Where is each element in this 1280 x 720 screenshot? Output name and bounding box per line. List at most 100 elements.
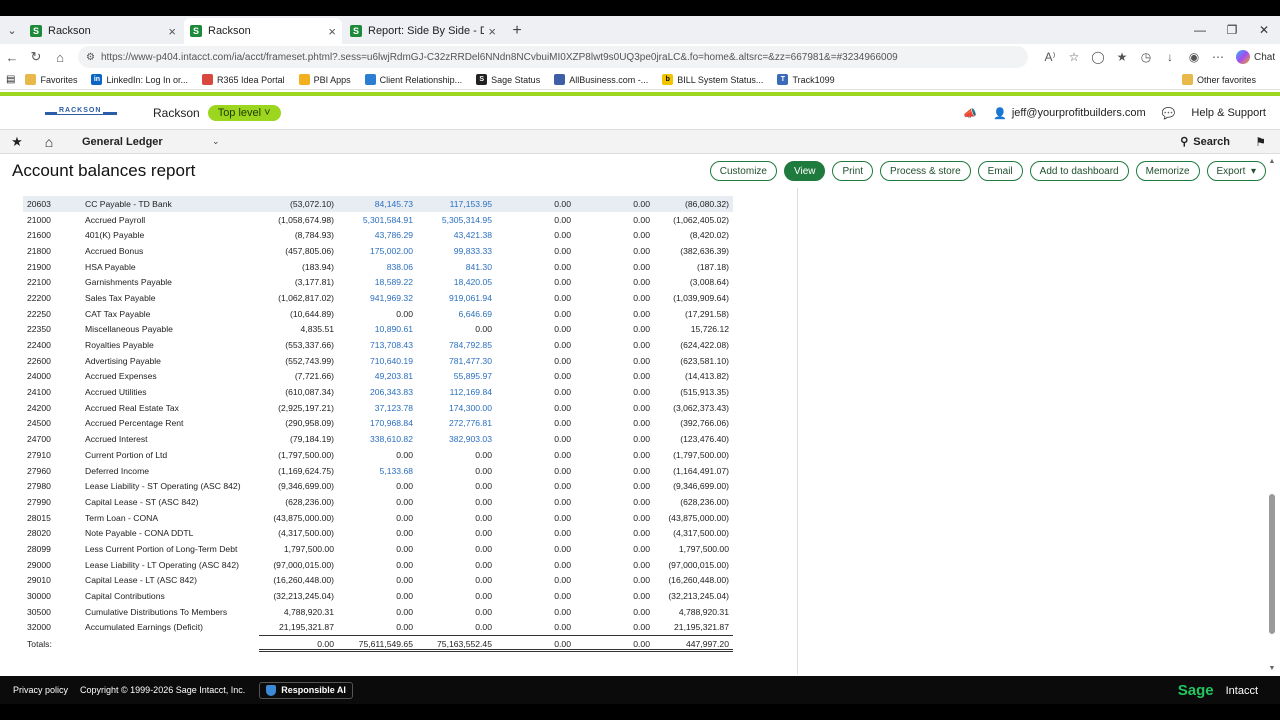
browser-tab-1[interactable]: S Rackson ×: [184, 18, 342, 44]
bookmark-r365[interactable]: R365 Idea Portal: [202, 74, 285, 85]
amount-drilldown-link[interactable]: 5,301,584.91: [338, 212, 417, 228]
history-icon[interactable]: ◷: [1134, 50, 1158, 64]
site-info-icon[interactable]: ⚙: [86, 52, 95, 63]
customize-button[interactable]: Customize: [709, 161, 777, 181]
entity-level-label: Top level: [217, 106, 262, 119]
amount-drilldown-link[interactable]: 5,305,314.95: [417, 212, 496, 228]
amount-drilldown-link[interactable]: 112,169.84: [417, 384, 496, 400]
scroll-down-icon[interactable]: ▼: [1268, 665, 1276, 672]
more-menu-icon[interactable]: ⋯: [1206, 50, 1230, 64]
amount-drilldown-link[interactable]: 174,300.00: [417, 400, 496, 416]
reading-list-icon[interactable]: ▤: [6, 74, 15, 85]
amount-drilldown-link[interactable]: 841.30: [417, 259, 496, 275]
amount-drilldown-link[interactable]: 710,640.19: [338, 353, 417, 369]
help-support-link[interactable]: Help & Support: [1191, 107, 1266, 119]
bookmark-track1099[interactable]: T Track1099: [777, 74, 835, 85]
amount-drilldown-link[interactable]: 5,133.68: [338, 463, 417, 479]
home-icon[interactable]: ⌂: [34, 134, 64, 150]
amount-drilldown-link[interactable]: 6,646.69: [417, 306, 496, 322]
amount-drilldown-link[interactable]: 838.06: [338, 259, 417, 275]
close-tab-icon[interactable]: ×: [488, 24, 496, 39]
company-logo[interactable]: RACKSON: [45, 106, 117, 118]
account-number: 28015: [27, 512, 51, 523]
bookmark-bill-status[interactable]: b BILL System Status...: [662, 74, 763, 85]
search-button[interactable]: ⚲ Search: [1180, 135, 1230, 149]
add-to-dashboard-button[interactable]: Add to dashboard: [1029, 161, 1129, 181]
amount-drilldown-link[interactable]: 175,002.00: [338, 243, 417, 259]
print-button[interactable]: Print: [832, 161, 874, 181]
amount-drilldown-link[interactable]: 49,203.81: [338, 369, 417, 385]
responsible-ai-button[interactable]: Responsible AI: [259, 681, 353, 699]
bookmark-pbi-apps[interactable]: PBI Apps: [298, 74, 351, 85]
restore-icon[interactable]: ❐: [1216, 23, 1248, 37]
amount-drilldown-link[interactable]: 781,477.30: [417, 353, 496, 369]
amount-drilldown-link[interactable]: 206,343.83: [338, 384, 417, 400]
chat-icon[interactable]: 💬: [1162, 107, 1176, 120]
minimize-icon[interactable]: —: [1184, 23, 1216, 37]
browser-tab-2[interactable]: S Report: Side By Side - Detail - Peri ×: [344, 18, 502, 44]
amount-drilldown-link[interactable]: 10,890.61: [338, 322, 417, 338]
amount-cell: (552,743.99): [285, 355, 334, 366]
scroll-up-icon[interactable]: ▲: [1268, 158, 1276, 165]
close-tab-icon[interactable]: ×: [328, 24, 336, 39]
amount-drilldown-link[interactable]: 37,123.78: [338, 400, 417, 416]
amount-drilldown-link[interactable]: 43,786.29: [338, 227, 417, 243]
amount-drilldown-link[interactable]: 117,153.95: [417, 196, 496, 212]
header-right: 📣 👤 jeff@yourprofitbuilders.com 💬 Help & …: [947, 96, 1266, 130]
amount-drilldown-link[interactable]: 18,420.05: [417, 274, 496, 290]
chevron-down-icon[interactable]: ⌄: [212, 136, 220, 147]
amount-drilldown-link[interactable]: 18,589.22: [338, 274, 417, 290]
amount-drilldown-link[interactable]: 338,610.82: [338, 431, 417, 447]
bookmark-client-relationship[interactable]: Client Relationship...: [364, 74, 462, 85]
bookmark-linkedin[interactable]: in LinkedIn: Log In or...: [91, 74, 188, 85]
favorites-icon[interactable]: ★: [1110, 50, 1134, 64]
favorites-star-icon[interactable]: ★: [0, 134, 34, 150]
email-button[interactable]: Email: [977, 161, 1023, 181]
read-aloud-icon[interactable]: A⁾: [1038, 50, 1062, 64]
process-store-button[interactable]: Process & store: [880, 161, 971, 181]
user-menu[interactable]: 👤 jeff@yourprofitbuilders.com: [993, 107, 1146, 120]
memorize-button[interactable]: Memorize: [1135, 161, 1200, 181]
tab-list-menu-icon[interactable]: ⌄: [0, 16, 24, 44]
vertical-scrollbar[interactable]: ▲ ▼: [1268, 158, 1276, 672]
entity-level-dropdown[interactable]: Top level ˅: [207, 104, 281, 121]
bookmark-icon[interactable]: ⚑: [1255, 135, 1266, 149]
profile-avatar-icon[interactable]: ◉: [1182, 50, 1206, 64]
close-tab-icon[interactable]: ×: [168, 24, 176, 39]
amount-drilldown-link[interactable]: 382,903.03: [417, 431, 496, 447]
back-icon[interactable]: ←: [0, 50, 24, 65]
export-button[interactable]: Export ▾: [1206, 161, 1266, 181]
amount-drilldown-link[interactable]: 84,145.73: [338, 196, 417, 212]
home-icon[interactable]: ⌂: [48, 50, 72, 65]
bookmark-sage-status[interactable]: S Sage Status: [476, 74, 540, 85]
amount-drilldown-link[interactable]: 170,968.84: [338, 416, 417, 432]
module-menu-general-ledger[interactable]: General Ledger: [82, 136, 212, 148]
copilot-chat-button[interactable]: Chat: [1236, 50, 1275, 64]
amount-drilldown-link[interactable]: 919,061.94: [417, 290, 496, 306]
announcements-icon[interactable]: 📣: [963, 107, 977, 120]
url-field[interactable]: ⚙ https://www-p404.intacct.com/ia/acct/f…: [78, 46, 1028, 68]
view-button[interactable]: View: [783, 161, 826, 181]
favorite-star-icon[interactable]: ☆: [1062, 50, 1086, 64]
amount-drilldown-link[interactable]: 713,708.43: [338, 337, 417, 353]
amount-drilldown-link[interactable]: 43,421.38: [417, 227, 496, 243]
scrollbar-thumb[interactable]: [1269, 494, 1275, 634]
bookmark-other-favorites[interactable]: Other favorites: [1181, 74, 1256, 85]
download-icon[interactable]: ↓: [1158, 50, 1182, 64]
amount-drilldown-link[interactable]: 55,895.97: [417, 369, 496, 385]
amount-drilldown-link[interactable]: 272,776.81: [417, 416, 496, 432]
extensions-icon[interactable]: ◯: [1086, 50, 1110, 64]
refresh-icon[interactable]: ↻: [24, 49, 48, 65]
browser-tab-0[interactable]: S Rackson ×: [24, 18, 182, 44]
amount-cell: 0.00: [633, 214, 650, 225]
bookmark-label: LinkedIn: Log In or...: [106, 74, 189, 85]
privacy-policy-link[interactable]: Privacy policy: [13, 685, 68, 695]
close-window-icon[interactable]: ✕: [1248, 23, 1280, 37]
amount-drilldown-link[interactable]: 941,969.32: [338, 290, 417, 306]
bookmark-allbusiness[interactable]: AllBusiness.com -...: [554, 74, 648, 85]
new-tab-icon[interactable]: +: [504, 18, 530, 44]
amount-drilldown-link[interactable]: 99,833.33: [417, 243, 496, 259]
bookmark-favorites[interactable]: Favorites: [25, 74, 77, 85]
amount-cell: 0.00: [633, 559, 650, 570]
amount-drilldown-link[interactable]: 784,792.85: [417, 337, 496, 353]
